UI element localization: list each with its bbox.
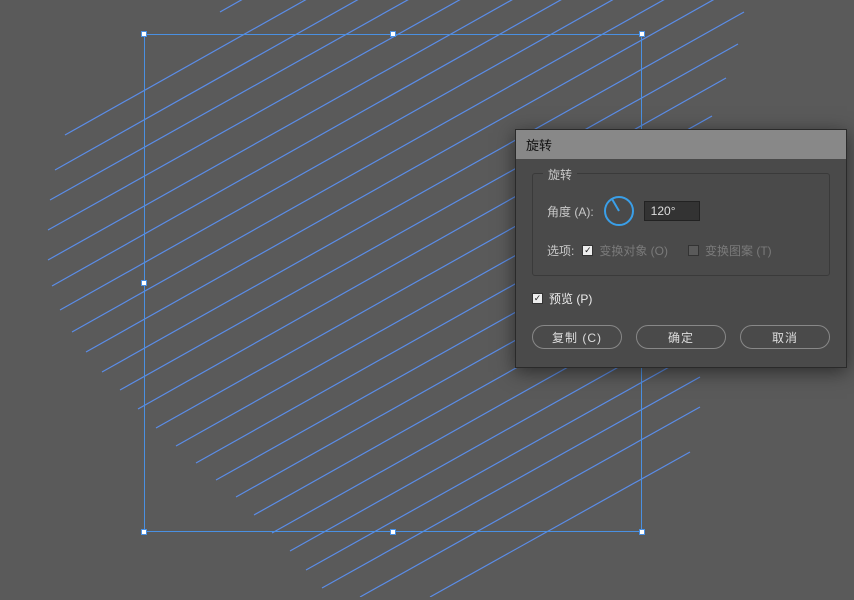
cancel-button[interactable]: 取消 — [740, 325, 830, 349]
transform-objects-label: 变换对象 (O) — [599, 242, 668, 259]
dialog-title[interactable]: 旋转 — [516, 130, 846, 159]
preview-checkbox[interactable] — [532, 293, 543, 304]
transform-objects-checkbox[interactable] — [582, 245, 593, 256]
angle-dial[interactable] — [602, 194, 636, 228]
rotate-fieldset: 旋转 角度 (A): 选项: 变换对象 (O) 变换图案 (T) — [532, 173, 830, 276]
transform-patterns-label: 变换图案 (T) — [705, 242, 772, 259]
rotate-dialog: 旋转 旋转 角度 (A): 选项: 变换对象 (O) 变换 — [515, 129, 847, 368]
fieldset-legend: 旋转 — [543, 166, 577, 183]
angle-label: 角度 (A): — [547, 203, 594, 220]
preview-label: 预览 (P) — [549, 290, 592, 307]
ok-button[interactable]: 确定 — [636, 325, 726, 349]
angle-input[interactable] — [644, 201, 700, 221]
transform-patterns-checkbox[interactable] — [688, 245, 699, 256]
copy-button[interactable]: 复制 (C) — [532, 325, 622, 349]
options-label: 选项: — [547, 242, 574, 259]
